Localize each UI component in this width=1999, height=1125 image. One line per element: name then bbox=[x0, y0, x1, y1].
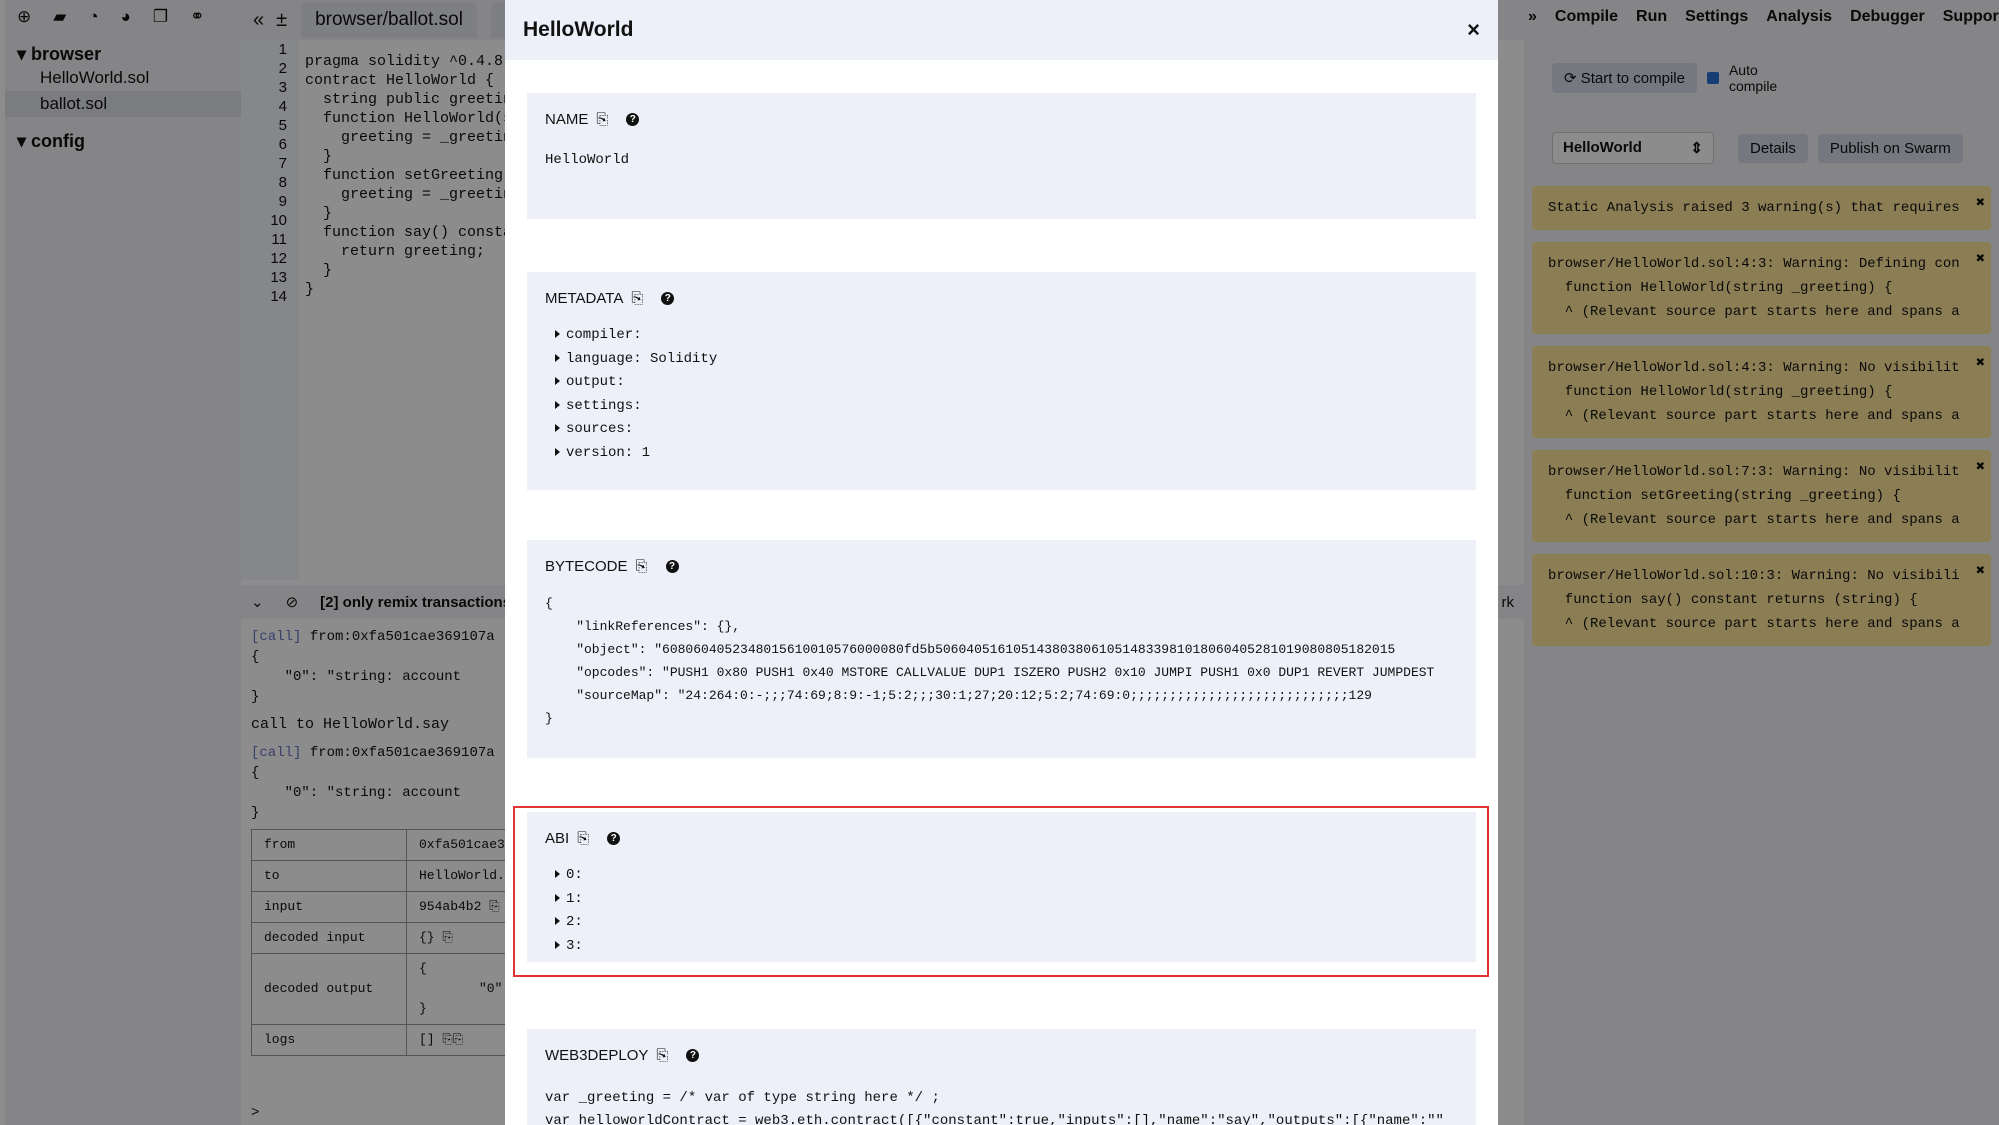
bytecode-line: "object": "60806040523480156100105760000… bbox=[545, 642, 1396, 657]
copy-icon[interactable]: ⎘ bbox=[656, 1047, 668, 1064]
caret-right-icon[interactable] bbox=[555, 353, 560, 362]
name-value: HelloWorld bbox=[545, 152, 630, 168]
modal-title: HelloWorld bbox=[523, 18, 634, 41]
tree-item-label: sources: bbox=[566, 421, 634, 437]
caret-right-icon[interactable] bbox=[555, 447, 560, 456]
bytecode-line: } bbox=[545, 711, 553, 726]
help-icon[interactable]: ? bbox=[626, 112, 640, 126]
tree-item-label: language: Solidity bbox=[566, 350, 718, 367]
tree-item-label: settings: bbox=[566, 397, 642, 414]
help-icon[interactable]: ? bbox=[661, 291, 675, 305]
tree-item[interactable]: sources: bbox=[545, 418, 1458, 442]
bytecode-line: { bbox=[545, 596, 553, 611]
abi-highlight-box bbox=[513, 806, 1489, 977]
copy-icon[interactable]: ⎘ bbox=[636, 558, 648, 575]
bytecode-value: { "linkReferences": {}, "object": "60806… bbox=[545, 592, 1458, 730]
bytecode-section: BYTECODE ⎘ ? { "linkReferences": {}, "ob… bbox=[527, 540, 1476, 758]
copy-icon[interactable]: ⎘ bbox=[596, 111, 608, 128]
copy-icon[interactable]: ⎘ bbox=[631, 290, 643, 307]
web3deploy-line: var helloworldContract = web3.eth.contra… bbox=[545, 1113, 1444, 1125]
tree-item-label: output: bbox=[566, 374, 625, 390]
name-section: NAME ⎘ ? HelloWorld bbox=[527, 93, 1476, 219]
help-icon[interactable]: ? bbox=[686, 1048, 700, 1062]
section-label: WEB3DEPLOY bbox=[545, 1046, 649, 1064]
bytecode-line: "opcodes": "PUSH1 0x80 PUSH1 0x40 MSTORE… bbox=[545, 665, 1435, 680]
metadata-tree: compiler: language: Solidity output: settin… bbox=[545, 324, 1458, 465]
bytecode-line: "sourceMap": "24:264:0:-;;;74:69;8:9:-1;… bbox=[545, 688, 1372, 703]
tree-item-label: compiler: bbox=[566, 327, 642, 343]
tree-item[interactable]: language: Solidity bbox=[545, 348, 1458, 372]
tree-item[interactable]: output: bbox=[545, 371, 1458, 395]
help-icon[interactable]: ? bbox=[665, 559, 679, 573]
tree-item[interactable]: compiler: bbox=[545, 324, 1458, 348]
caret-right-icon[interactable] bbox=[555, 424, 560, 433]
tree-item[interactable]: version: 1 bbox=[545, 442, 1458, 466]
tree-item[interactable]: settings: bbox=[545, 395, 1458, 419]
bytecode-line: "linkReferences": {}, bbox=[545, 619, 741, 634]
tree-item-label: version: 1 bbox=[566, 444, 651, 461]
metadata-section: METADATA ⎘ ? compiler: language: Solidity… bbox=[527, 272, 1476, 490]
modal-header: HelloWorld × bbox=[505, 0, 1498, 60]
section-label: METADATA bbox=[545, 289, 624, 307]
web3deploy-line: var _greeting = /* var of type string he… bbox=[545, 1090, 940, 1106]
section-label: NAME bbox=[545, 110, 589, 128]
close-button[interactable]: × bbox=[1467, 17, 1480, 43]
contract-details-modal: HelloWorld × NAME ⎘ ? HelloWorld METADAT… bbox=[505, 0, 1498, 1125]
caret-right-icon[interactable] bbox=[555, 377, 560, 386]
web3deploy-value: var _greeting = /* var of type string he… bbox=[545, 1087, 1458, 1125]
section-label: BYTECODE bbox=[545, 557, 628, 575]
web3deploy-section: WEB3DEPLOY ⎘ ? var _greeting = /* var of… bbox=[527, 1029, 1476, 1125]
caret-right-icon[interactable] bbox=[555, 330, 560, 339]
caret-right-icon[interactable] bbox=[555, 400, 560, 409]
